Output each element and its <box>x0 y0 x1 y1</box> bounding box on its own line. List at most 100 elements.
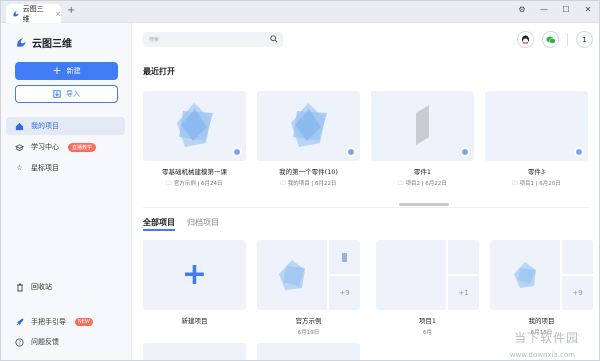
help-icon: ? <box>15 337 24 347</box>
home-icon <box>15 122 24 131</box>
divider <box>567 33 568 46</box>
card-thumbnail: + <box>143 240 246 310</box>
sidebar-item-starred[interactable]: ☆ 星标项目 <box>6 159 125 177</box>
sidebar-item-guide[interactable]: 手把手引导 NEW <box>6 313 125 331</box>
sidebar-item-my-projects[interactable]: 我的项目 <box>6 117 125 135</box>
import-button-label: 导入 <box>66 90 80 98</box>
model-preview-icon <box>291 103 327 147</box>
folder-icon: 🗀 <box>280 181 288 187</box>
part-preview-icon <box>416 105 429 145</box>
close-tab-icon[interactable]: × <box>55 10 61 18</box>
more-count: +9 <box>562 276 593 310</box>
tab-archived-projects[interactable]: 归档项目 <box>187 217 219 228</box>
settings-icon[interactable]: ⚙ <box>517 5 527 14</box>
recent-card[interactable]: 我的第一个零件(10) 🗀 我的项目 | 6月22日 <box>257 91 360 189</box>
card-meta: 🗀 项目1 | 6月20日 <box>485 179 588 189</box>
card-title: 零件1 <box>413 168 432 176</box>
more-count: +9 <box>329 276 360 310</box>
cloud-sync-icon <box>574 147 584 157</box>
card-thumbnail <box>257 91 360 161</box>
recent-section-title: 最近打开 <box>143 67 175 76</box>
card-thumbnail <box>485 91 588 161</box>
sidebar: 云图三维 + 新建 导入 我的项目 学习中心 直播教学 ☆ 星标项目 回收站 手… <box>1 23 132 360</box>
title-bar: 云图三维 × + ⚙ — ☐ ✕ <box>1 1 599 23</box>
sidebar-item-label: 回收站 <box>31 283 52 291</box>
import-icon <box>53 90 61 98</box>
card-thumbnail <box>371 91 474 161</box>
card-meta: 🗀 我的项目 | 6月22日 <box>257 179 360 189</box>
card-meta-text: 项目2 | 6月22日 <box>405 181 447 187</box>
watermark-text: 当下软件园 <box>513 331 579 345</box>
close-window-button[interactable]: ✕ <box>583 5 593 14</box>
account-avatar[interactable]: 1 <box>576 31 593 48</box>
tab-title: 云图三维 <box>22 4 44 23</box>
minimize-button[interactable]: — <box>539 5 549 14</box>
project-card[interactable]: +9 我的项目 6月15日 <box>490 240 593 336</box>
tab-all-projects[interactable]: 全部项目 <box>143 217 175 228</box>
project-card-partial[interactable] <box>257 343 360 360</box>
section-divider <box>143 207 589 208</box>
horizontal-scrollbar[interactable] <box>399 203 449 206</box>
new-badge: NEW <box>75 318 93 326</box>
card-title: 新建项目 <box>181 317 208 325</box>
card-meta: 🗀 项目2 | 6月22日 <box>371 179 474 189</box>
card-meta-text: 项目1 | 6月20日 <box>519 181 561 187</box>
card-meta: 🗀 官方示例 | 6月24日 <box>143 179 246 189</box>
more-count: +1 <box>448 276 479 310</box>
qq-icon[interactable] <box>517 31 534 48</box>
new-button[interactable]: + 新建 <box>15 62 118 80</box>
model-preview-icon <box>177 103 213 147</box>
card-title: 我的第一个零件(10) <box>279 168 338 176</box>
app-tab[interactable]: 云图三维 × <box>6 4 61 23</box>
cloud-sync-icon <box>232 147 242 157</box>
recent-card[interactable]: 零件3 🗀 项目1 | 6月20日 <box>485 91 588 189</box>
card-thumbnail <box>143 91 246 161</box>
recent-card[interactable]: 零件1 🗀 项目2 | 6月22日 <box>371 91 474 189</box>
wechat-icon[interactable] <box>542 31 559 48</box>
card-title: 零基础机械建模第一课 <box>162 168 227 176</box>
card-meta: 6月 <box>423 330 432 336</box>
sidebar-item-label: 我的项目 <box>31 122 59 130</box>
brand: 云图三维 <box>15 35 72 50</box>
star-icon: ☆ <box>16 164 23 172</box>
card-title: 官方示例 <box>295 317 322 325</box>
sidebar-item-feedback[interactable]: ? 问题反馈 <box>6 333 125 351</box>
import-button[interactable]: 导入 <box>15 85 118 103</box>
watermark-url: www.downxia.com <box>509 351 575 359</box>
trash-icon <box>15 283 24 292</box>
main-content: 搜索 1 最近打开 零基础机械建模第一课 🗀 官方示例 | 6月24日 我的第一… <box>133 23 599 360</box>
maximize-button[interactable]: ☐ <box>561 5 571 14</box>
card-meta-text: 我的项目 | 6月22日 <box>287 181 337 187</box>
search-placeholder: 搜索 <box>149 37 160 43</box>
card-title: 我的项目 <box>528 317 555 325</box>
project-card[interactable]: +9 官方示例 6月19日 <box>257 240 360 336</box>
brand-name: 云图三维 <box>32 39 72 50</box>
sidebar-item-trash[interactable]: 回收站 <box>6 278 125 296</box>
book-icon <box>15 143 24 152</box>
card-thumbnail: +1 <box>376 240 479 310</box>
card-meta: 6月19日 <box>297 330 320 336</box>
plus-icon: + <box>181 257 208 292</box>
project-card[interactable]: +1 项目1 6月 <box>376 240 479 336</box>
new-button-label: 新建 <box>66 67 81 75</box>
sidebar-item-label: 星标项目 <box>31 164 59 172</box>
brand-logo-icon <box>17 37 26 47</box>
search-input[interactable]: 搜索 <box>143 32 283 47</box>
part-icon <box>342 252 347 262</box>
card-meta-text: 官方示例 | 6月24日 <box>173 181 223 187</box>
svg-text:?: ? <box>18 340 21 346</box>
project-card-partial[interactable] <box>143 343 246 360</box>
card-title: 零件3 <box>527 168 546 176</box>
plus-icon: + <box>52 64 62 77</box>
active-tab-indicator <box>143 229 175 231</box>
new-project-card[interactable]: + 新建项目 <box>143 240 246 325</box>
recent-card[interactable]: 零基础机械建模第一课 🗀 官方示例 | 6月24日 <box>143 91 246 189</box>
model-preview-icon <box>279 260 305 290</box>
folder-icon: 🗀 <box>166 181 174 187</box>
sidebar-item-label: 问题反馈 <box>31 338 59 346</box>
sidebar-item-learning[interactable]: 学习中心 直播教学 <box>6 138 125 156</box>
add-tab-button[interactable]: + <box>67 5 75 17</box>
search-icon[interactable] <box>270 35 278 43</box>
cloud-sync-icon <box>460 147 470 157</box>
sidebar-item-label: 手把手引导 <box>31 318 66 326</box>
